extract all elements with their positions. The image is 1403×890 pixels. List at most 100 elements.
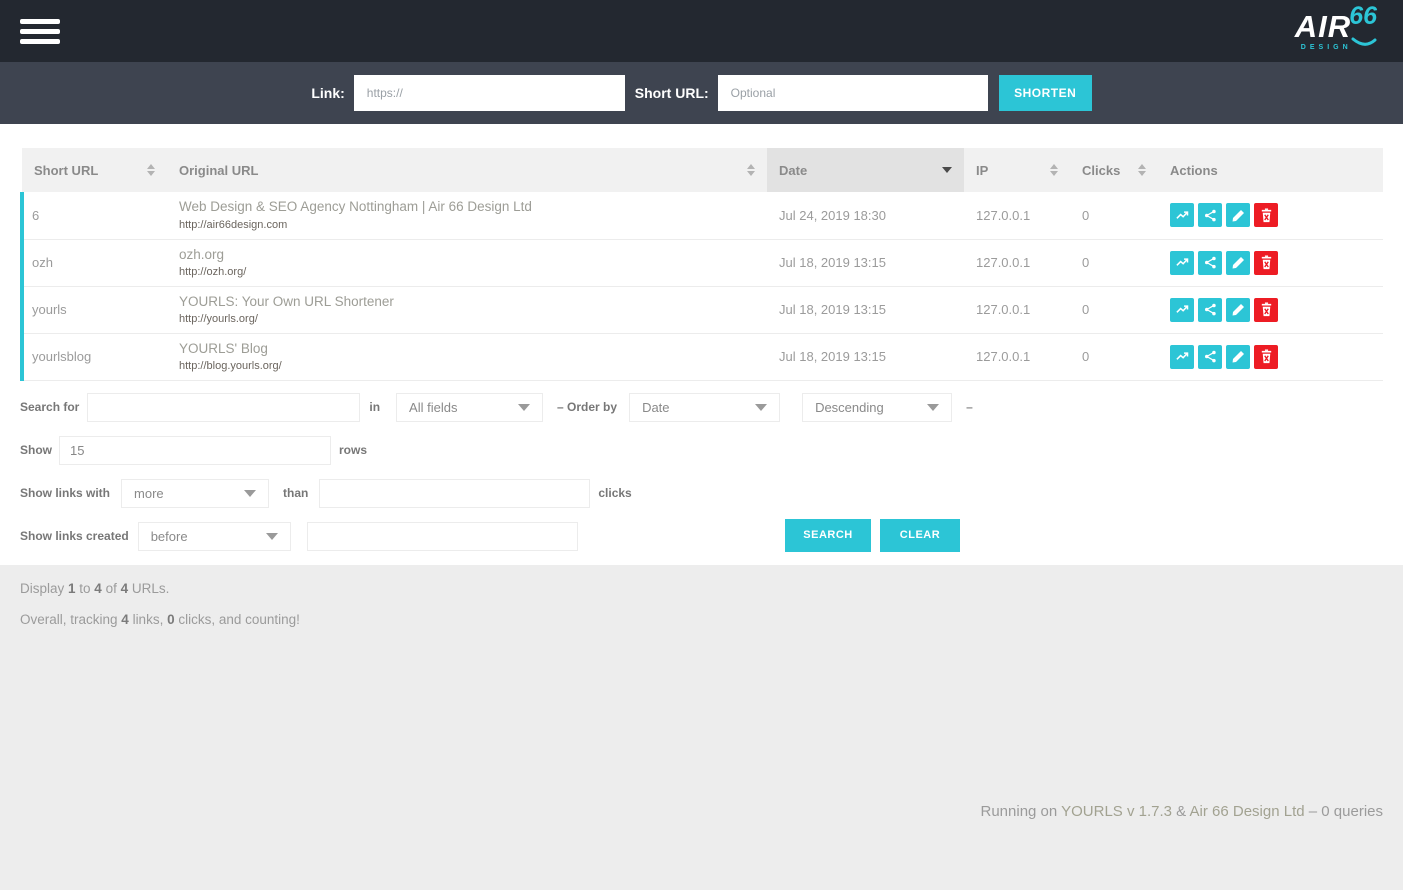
created-date-input[interactable] (307, 522, 578, 551)
original-url-title-link[interactable]: YOURLS: Your Own URL Shortener (179, 294, 755, 311)
stats-button[interactable] (1170, 345, 1194, 369)
edit-button[interactable] (1226, 298, 1250, 322)
column-header-date[interactable]: Date (767, 148, 964, 192)
table-row: ozh ozh.org http://ozh.org/ Jul 18, 2019… (22, 239, 1383, 286)
links-table: Short URL Original URL Date IP Click (20, 148, 1383, 381)
shorten-button[interactable]: SHORTEN (999, 75, 1092, 111)
short-url-keyword[interactable]: yourls (22, 286, 167, 333)
logo-text-air: AIR (1295, 11, 1351, 42)
air66-design-link[interactable]: Air 66 Design Ltd (1190, 803, 1305, 820)
logo-swoosh-icon (1351, 37, 1377, 49)
sort-icon[interactable] (747, 164, 755, 176)
edit-button[interactable] (1226, 203, 1250, 227)
search-button[interactable]: SEARCH (785, 519, 871, 552)
search-filter-row: Search for in All fields – Order by Date… (20, 393, 1383, 422)
edit-button[interactable] (1226, 251, 1250, 275)
column-header-actions: Actions (1158, 148, 1383, 192)
sort-icon[interactable] (1050, 164, 1058, 176)
original-url-title-link[interactable]: ozh.org (179, 247, 755, 264)
clear-button[interactable]: CLEAR (880, 519, 960, 552)
ip-cell: 127.0.0.1 (964, 239, 1070, 286)
show-links-created-label: Show links created (20, 529, 129, 543)
display-summary: Display 1 to 4 of 4 URLs. (20, 581, 1383, 596)
stats-icon (1175, 302, 1190, 317)
delete-icon (1259, 349, 1274, 364)
search-for-label: Search for (20, 400, 79, 414)
short-url-label: Short URL: (635, 85, 709, 101)
rows-label: rows (339, 443, 367, 457)
filters-section: Search for in All fields – Order by Date… (20, 381, 1383, 571)
search-field-select[interactable]: All fields (396, 393, 543, 422)
original-url-title-link[interactable]: Web Design & SEO Agency Nottingham | Air… (179, 199, 755, 216)
column-header-original-url[interactable]: Original URL (167, 148, 767, 192)
order-by-label: – Order by (557, 400, 617, 414)
date-cell: Jul 18, 2019 13:15 (767, 239, 964, 286)
order-direction-select[interactable]: Descending (802, 393, 952, 422)
ip-cell: 127.0.0.1 (964, 333, 1070, 380)
edit-button[interactable] (1226, 345, 1250, 369)
table-header-row: Short URL Original URL Date IP Click (22, 148, 1383, 192)
top-bar: AIR 66 DESIGN (0, 0, 1403, 62)
bottom-section: Display 1 to 4 of 4 URLs. Overall, track… (0, 565, 1403, 890)
show-label: Show (20, 443, 52, 457)
short-url-keyword[interactable]: 6 (22, 192, 167, 239)
short-url-keyword[interactable]: yourlsblog (22, 333, 167, 380)
original-url-text: http://ozh.org/ (179, 266, 755, 278)
air66-logo: AIR 66 DESIGN (1295, 11, 1379, 51)
links-created-row: Show links created before (20, 522, 1383, 551)
original-url-title-link[interactable]: YOURLS' Blog (179, 341, 755, 358)
delete-button[interactable] (1254, 251, 1278, 275)
sort-icon[interactable] (147, 164, 155, 176)
clicks-cell: 0 (1070, 286, 1158, 333)
stats-button[interactable] (1170, 203, 1194, 227)
clicks-label: clicks (598, 486, 631, 500)
short-url-input[interactable] (718, 75, 988, 111)
share-button[interactable] (1198, 345, 1222, 369)
filter-buttons: SEARCH CLEAR (785, 519, 960, 552)
footer-status: Running on YOURLS v 1.7.3 & Air 66 Desig… (20, 803, 1383, 820)
table-row: yourlsblog YOURLS' Blog http://blog.your… (22, 333, 1383, 380)
share-button[interactable] (1198, 251, 1222, 275)
chevron-down-icon (518, 404, 530, 411)
logo-text-66: 66 (1349, 4, 1377, 29)
shorten-bar: Link: Short URL: SHORTEN (0, 62, 1403, 124)
share-button[interactable] (1198, 203, 1222, 227)
sort-desc-icon[interactable] (942, 167, 952, 173)
edit-icon (1231, 255, 1246, 270)
than-label: than (283, 486, 308, 500)
delete-button[interactable] (1254, 203, 1278, 227)
clicks-cell: 0 (1070, 192, 1158, 239)
column-header-short-url[interactable]: Short URL (22, 148, 167, 192)
clicks-comparison-select[interactable]: more (121, 479, 269, 508)
clicks-cell: 0 (1070, 239, 1158, 286)
edit-icon (1231, 208, 1246, 223)
rows-count-input[interactable] (59, 436, 331, 465)
clicks-cell: 0 (1070, 333, 1158, 380)
overall-summary: Overall, tracking 4 links, 0 clicks, and… (20, 612, 1383, 627)
stats-button[interactable] (1170, 298, 1194, 322)
sort-icon[interactable] (1138, 164, 1146, 176)
show-links-with-label: Show links with (20, 486, 110, 500)
chevron-down-icon (244, 490, 256, 497)
clicks-count-input[interactable] (319, 479, 590, 508)
search-input[interactable] (87, 393, 360, 422)
column-header-clicks[interactable]: Clicks (1070, 148, 1158, 192)
order-by-select[interactable]: Date (629, 393, 780, 422)
links-with-clicks-row: Show links with more than clicks (20, 479, 1383, 508)
chevron-down-icon (755, 404, 767, 411)
delete-button[interactable] (1254, 345, 1278, 369)
short-url-keyword[interactable]: ozh (22, 239, 167, 286)
hamburger-menu-icon[interactable] (16, 13, 64, 50)
column-header-ip[interactable]: IP (964, 148, 1070, 192)
stats-icon (1175, 349, 1190, 364)
share-button[interactable] (1198, 298, 1222, 322)
dash-label: – (966, 400, 973, 414)
stats-button[interactable] (1170, 251, 1194, 275)
date-cell: Jul 18, 2019 13:15 (767, 333, 964, 380)
yourls-version-link[interactable]: YOURLS v 1.7.3 (1061, 803, 1172, 820)
delete-button[interactable] (1254, 298, 1278, 322)
link-input[interactable] (354, 75, 625, 111)
created-comparison-select[interactable]: before (138, 522, 291, 551)
main-content: Short URL Original URL Date IP Click (0, 124, 1403, 565)
table-row: 6 Web Design & SEO Agency Nottingham | A… (22, 192, 1383, 239)
